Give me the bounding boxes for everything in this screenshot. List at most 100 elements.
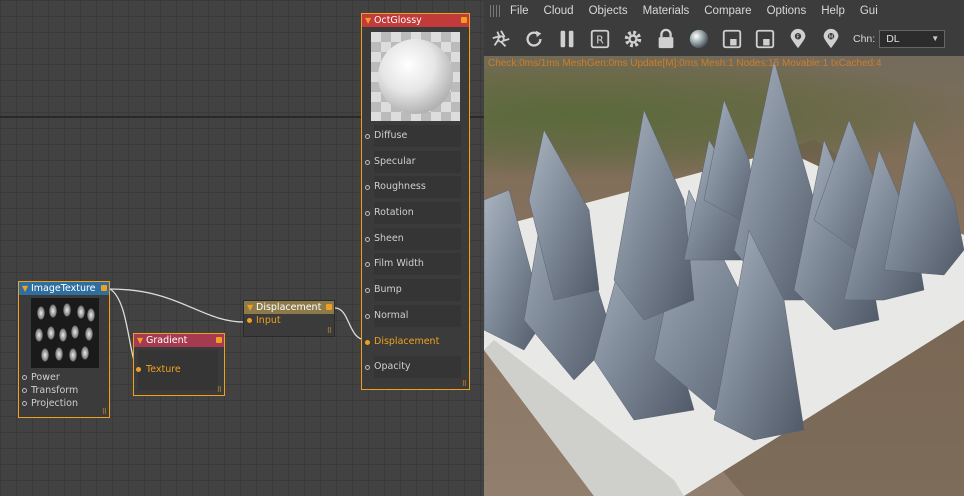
resize-grip-icon[interactable]: ⠿: [462, 381, 467, 388]
pin-row-diffuse[interactable]: Diffuse: [362, 125, 469, 151]
input-pin-dot[interactable]: [365, 211, 370, 217]
input-pin-dot[interactable]: [365, 339, 370, 345]
output-pin[interactable]: [461, 17, 467, 23]
node-editor[interactable]: ▼ OctGlossy Diffuse Specular Roughness Rota…: [0, 0, 484, 496]
pin-row-film-width[interactable]: Film Width: [362, 253, 469, 279]
menu-objects[interactable]: Objects: [589, 5, 628, 17]
node-header[interactable]: ▼ Displacement: [244, 301, 334, 314]
channel-value: DL: [886, 33, 900, 45]
pin-row-projection[interactable]: Projection: [19, 397, 109, 410]
wire-imagetexture-to-displacement: [109, 288, 246, 323]
pin-label: Specular: [374, 150, 461, 173]
input-pin-dot[interactable]: [136, 367, 141, 372]
pin-row-sheen[interactable]: Sheen: [362, 227, 469, 254]
chevron-down-icon: ▼: [931, 34, 940, 43]
pin-row-displacement[interactable]: Displacement: [362, 331, 469, 357]
svg-text:M: M: [829, 35, 834, 41]
collapse-triangle-icon[interactable]: ▼: [137, 334, 143, 347]
texture-thumbnail: [31, 298, 99, 368]
pin-label: Sheen: [374, 227, 461, 250]
output-pin[interactable]: [326, 304, 332, 310]
pin-label-texture: Texture: [146, 364, 181, 375]
svg-text:R: R: [596, 34, 604, 47]
channel-select[interactable]: DL ▼: [879, 30, 946, 48]
app-root: ▼ OctGlossy Diffuse Specular Roughness Rota…: [0, 0, 964, 496]
menu-file[interactable]: File: [510, 5, 529, 17]
pin-row-opacity[interactable]: Opacity: [362, 356, 469, 382]
input-pin-list: Power Transform Projection: [19, 371, 109, 410]
resize-grip-icon[interactable]: ⠿: [217, 387, 222, 394]
input-pin-dot[interactable]: [365, 185, 370, 191]
pin-row-roughness[interactable]: Roughness: [362, 176, 469, 202]
menu-gui[interactable]: Gui: [860, 5, 878, 17]
collapse-triangle-icon[interactable]: ▼: [365, 14, 371, 27]
lock-icon[interactable]: [653, 26, 679, 52]
input-pin-dot[interactable]: [365, 134, 370, 139]
node-header[interactable]: ▼ Gradient: [134, 334, 224, 347]
pin-label: Diffuse: [374, 125, 461, 147]
settings-gear-icon[interactable]: [620, 26, 646, 52]
pin-label: Input: [256, 315, 281, 326]
material-picker-icon[interactable]: [752, 26, 778, 52]
pin-label: Rotation: [374, 202, 461, 225]
focus-picker-icon[interactable]: [719, 26, 745, 52]
pin-row-power[interactable]: Power: [19, 371, 109, 384]
pin-row-transform[interactable]: Transform: [19, 384, 109, 397]
node-octglossy[interactable]: ▼ OctGlossy Diffuse Specular Roughness Rota…: [361, 13, 470, 390]
resize-grip-icon[interactable]: ⠿: [102, 409, 107, 416]
pin-label: Bump: [374, 279, 461, 302]
menu-cloud[interactable]: Cloud: [544, 5, 574, 17]
pin-row-specular[interactable]: Specular: [362, 150, 469, 177]
output-pin[interactable]: [101, 285, 107, 291]
collapse-triangle-icon[interactable]: ▼: [22, 282, 28, 295]
menu-materials[interactable]: Materials: [643, 5, 690, 17]
pin-label: Opacity: [374, 356, 461, 379]
pin-label: Normal: [374, 304, 461, 327]
input-pin-dot[interactable]: [365, 365, 370, 371]
region-render-icon[interactable]: R: [587, 26, 613, 52]
input-pin-dot[interactable]: [247, 318, 252, 323]
pin-row-bump[interactable]: Bump: [362, 279, 469, 305]
input-pin-dot[interactable]: [365, 159, 370, 165]
menu-help[interactable]: Help: [821, 5, 845, 17]
menu-compare[interactable]: Compare: [704, 5, 751, 17]
pin-label: Power: [31, 372, 60, 383]
pin-label: Film Width: [374, 253, 461, 276]
pause-icon[interactable]: [554, 26, 580, 52]
input-pin-list: Diffuse Specular Roughness Rotation Sheen Fil…: [362, 125, 469, 382]
input-pin-dot[interactable]: [22, 401, 27, 406]
material-ball-icon[interactable]: [686, 26, 712, 52]
resize-grip-icon[interactable]: ⠿: [327, 328, 332, 335]
refresh-icon[interactable]: [521, 26, 547, 52]
pin-row-normal[interactable]: Normal: [362, 304, 469, 331]
aperture-icon[interactable]: [488, 26, 514, 52]
input-pin-dot[interactable]: [22, 375, 27, 380]
pin-row-input[interactable]: Input: [244, 314, 334, 327]
material-pin-icon[interactable]: M: [818, 26, 844, 52]
pin-label: Roughness: [374, 176, 461, 199]
collapse-triangle-icon[interactable]: ▼: [247, 301, 253, 314]
input-pin-dot[interactable]: [365, 262, 370, 268]
menu-options[interactable]: Options: [767, 5, 807, 17]
node-displacement[interactable]: ▼ Displacement Input ⠿: [243, 300, 335, 337]
render-status-text: Check:0ms/1ms MeshGen:0ms Update[M]:0ms …: [488, 58, 882, 69]
pin-label: Displacement: [374, 335, 440, 347]
input-pin-dot[interactable]: [365, 288, 370, 294]
node-imagetexture[interactable]: ▼ ImageTexture Power Transform Projectio…: [18, 281, 110, 418]
menu-bar: File Cloud Objects Materials Compare Opt…: [484, 0, 964, 22]
input-pin-dot[interactable]: [365, 313, 370, 319]
channel-label: Chn:: [853, 33, 876, 45]
node-title: OctGlossy: [374, 15, 422, 26]
node-header[interactable]: ▼ ImageTexture: [19, 282, 109, 295]
output-pin[interactable]: [216, 337, 222, 343]
node-gradient[interactable]: ▼ Gradient Texture ⠿: [133, 333, 225, 396]
input-pin-dot[interactable]: [365, 236, 370, 242]
render-viewport[interactable]: File Cloud Objects Materials Compare Opt…: [484, 0, 964, 496]
node-title: ImageTexture: [31, 283, 96, 294]
input-pin-dot[interactable]: [22, 388, 27, 393]
drag-grip-icon[interactable]: [490, 5, 502, 17]
pin-row-rotation[interactable]: Rotation: [362, 202, 469, 228]
pin-label: Projection: [31, 398, 78, 409]
node-header[interactable]: ▼ OctGlossy: [362, 14, 469, 27]
focus-pin-icon[interactable]: F: [785, 26, 811, 52]
